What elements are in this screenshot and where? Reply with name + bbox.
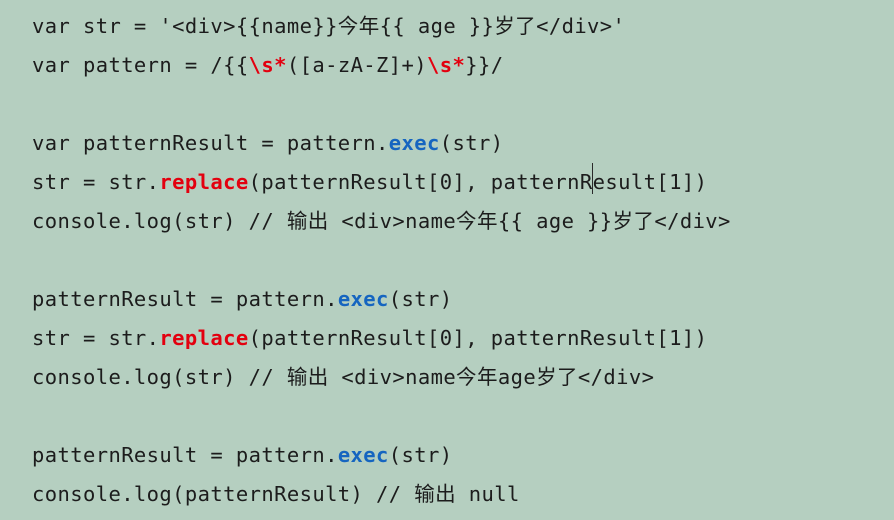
code-token: exec [388, 131, 440, 155]
code-token: patternResult = pattern. [32, 287, 338, 311]
code-token: console.log(str) // 输出 <div>name今年age岁了<… [32, 365, 655, 389]
code-token: replace [159, 326, 249, 350]
code-line[interactable]: str = str.replace(patternResult[0], patt… [32, 163, 894, 202]
code-line[interactable] [32, 241, 894, 280]
code-token: patternResult = pattern. [32, 443, 338, 467]
code-token: exec [337, 443, 389, 467]
code-token: str = str. [32, 326, 160, 350]
code-line[interactable]: str = str.replace(patternResult[0], patt… [32, 319, 894, 358]
code-line[interactable]: console.log(str) // 输出 <div>name今年age岁了<… [32, 358, 894, 397]
code-token: (str) [388, 287, 453, 311]
code-line[interactable]: console.log(patternResult) // 输出 null [32, 475, 894, 514]
code-line[interactable]: var str = '<div>{{name}}今年{{ age }}岁了</d… [32, 7, 894, 46]
code-line[interactable] [32, 397, 894, 436]
code-line[interactable]: console.log(str) // 输出 <div>name今年{{ age… [32, 202, 894, 241]
code-line-list: var str = '<div>{{name}}今年{{ age }}岁了</d… [32, 7, 894, 514]
code-token: \s* [427, 53, 466, 77]
code-token: var str = '<div>{{name}}今年{{ age }}岁了</d… [32, 14, 626, 38]
code-token: exec [337, 287, 389, 311]
code-line[interactable]: var patternResult = pattern.exec(str) [32, 124, 894, 163]
code-token: var pattern = /{{ [32, 53, 249, 77]
code-token: (patternResult[0], patternR [248, 170, 593, 194]
code-token: (str) [439, 131, 504, 155]
code-token: str = str. [32, 170, 160, 194]
code-token: \s* [248, 53, 287, 77]
code-token: esult[1]) [592, 170, 708, 194]
code-line[interactable]: patternResult = pattern.exec(str) [32, 436, 894, 475]
code-token: }}/ [465, 53, 504, 77]
code-token: console.log(patternResult) // 输出 null [32, 482, 520, 506]
code-line[interactable]: patternResult = pattern.exec(str) [32, 280, 894, 319]
code-editor[interactable]: var str = '<div>{{name}}今年{{ age }}岁了</d… [0, 0, 894, 520]
code-token: (str) [388, 443, 453, 467]
code-line[interactable]: var pattern = /{{\s*([a-zA-Z]+)\s*}}/ [32, 46, 894, 85]
code-token: replace [159, 170, 249, 194]
code-token: (patternResult[0], patternResult[1]) [248, 326, 708, 350]
code-line[interactable] [32, 85, 894, 124]
code-token: ([a-zA-Z]+) [286, 53, 428, 77]
code-token: console.log(str) // 输出 <div>name今年{{ age… [32, 209, 731, 233]
code-token: var patternResult = pattern. [32, 131, 389, 155]
